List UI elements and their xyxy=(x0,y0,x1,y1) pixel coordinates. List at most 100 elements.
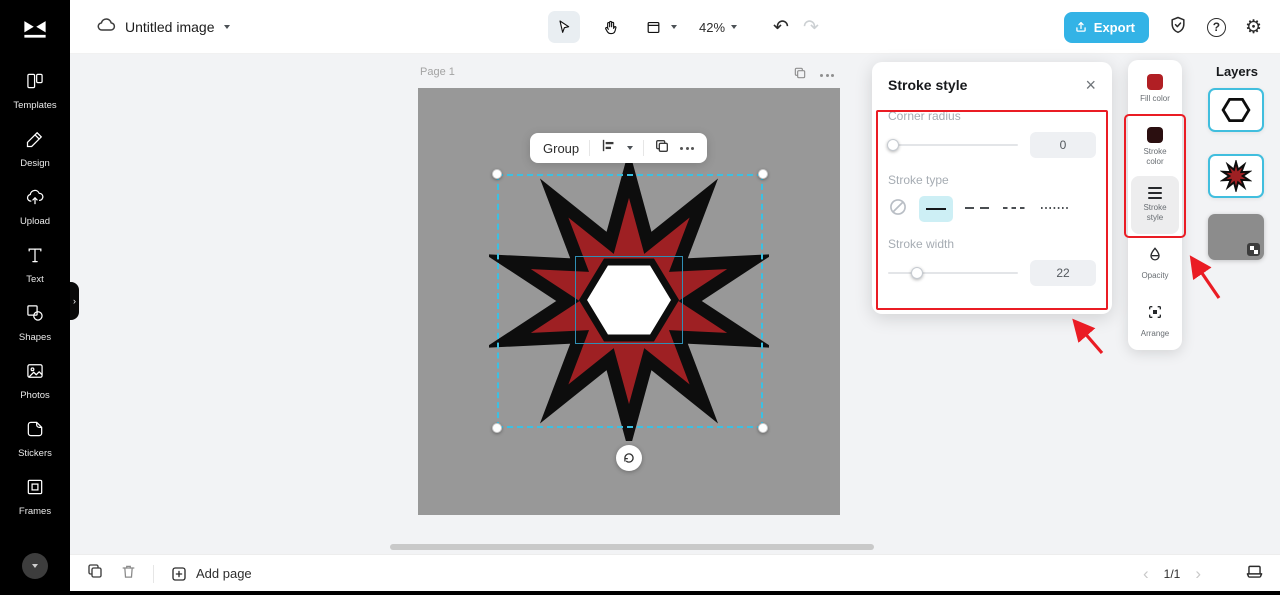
safety-shield-icon[interactable] xyxy=(1168,15,1188,40)
present-on-device-icon[interactable] xyxy=(1245,562,1264,586)
more-options-icon[interactable] xyxy=(680,146,695,150)
stroke-width-value[interactable]: 22 xyxy=(1030,260,1096,286)
sidebar-item-text[interactable]: Text xyxy=(0,236,70,294)
selection-handle-nw[interactable] xyxy=(492,169,502,179)
zoom-level: 42% xyxy=(699,19,726,35)
cloud-save-icon[interactable] xyxy=(96,15,116,40)
topbar: Untitled image 42% ↶ ↷ Export ? ⚙ xyxy=(70,0,1280,54)
rotate-handle[interactable] xyxy=(616,445,642,471)
stroke-width-slider[interactable] xyxy=(888,267,1018,279)
align-chevron-down-icon[interactable] xyxy=(627,146,634,150)
stroke-type-dotted-button[interactable] xyxy=(1040,200,1070,218)
horizontal-scrollbar[interactable] xyxy=(390,544,874,550)
artboard-tool-button[interactable] xyxy=(640,11,666,43)
page-label: Page 1 xyxy=(420,66,455,78)
stroke-type-label: Stroke type xyxy=(888,173,949,187)
stroke-type-dash-button[interactable] xyxy=(964,200,991,218)
prev-page-chevron-icon[interactable]: ‹ xyxy=(1143,565,1149,582)
hexagon-selection-frame xyxy=(575,256,683,344)
design-icon xyxy=(25,129,45,154)
shape-tools-panel: Fill color Stroke color Stroke style Opa… xyxy=(1128,60,1182,350)
corner-radius-value[interactable]: 0 xyxy=(1030,132,1096,158)
sidebar-item-stickers[interactable]: Stickers xyxy=(0,410,70,468)
stroke-color-button[interactable]: Stroke color xyxy=(1128,118,1182,176)
align-icon[interactable] xyxy=(600,137,617,159)
no-stroke-icon[interactable] xyxy=(888,197,908,222)
delete-page-icon[interactable] xyxy=(120,563,137,585)
app-logo-icon[interactable] xyxy=(20,13,50,48)
duplicate-icon[interactable] xyxy=(654,138,670,159)
layer-item-hexagon[interactable] xyxy=(1208,88,1264,132)
background-transparency-icon xyxy=(1247,243,1260,256)
page-duplicate-icon[interactable] xyxy=(793,66,807,85)
photos-icon xyxy=(25,361,45,386)
sidebar-item-design[interactable]: Design xyxy=(0,120,70,178)
opacity-button[interactable]: Opacity xyxy=(1128,234,1182,292)
panel-title: Stroke style xyxy=(888,77,968,93)
sidebar-collapse-handle[interactable]: › xyxy=(70,282,79,320)
add-page-button[interactable]: Add page xyxy=(170,565,252,583)
text-icon xyxy=(25,245,45,270)
bottombar-divider xyxy=(153,564,154,583)
arrange-button[interactable]: Arrange xyxy=(1128,292,1182,350)
stroke-width-label: Stroke width xyxy=(888,237,955,251)
toolbar-divider xyxy=(589,140,591,156)
bottom-edge xyxy=(0,591,1280,595)
sidebar-item-upload[interactable]: Upload xyxy=(0,178,70,236)
undo-button[interactable]: ↶ xyxy=(773,16,789,39)
duplicate-page-icon[interactable] xyxy=(86,562,104,585)
corner-radius-slider[interactable] xyxy=(887,139,1018,151)
bottombar: Add page ‹ 1/1 › xyxy=(70,554,1280,591)
templates-icon xyxy=(25,71,45,96)
export-button[interactable]: Export xyxy=(1063,11,1149,43)
zoom-control[interactable]: 42% xyxy=(699,19,738,35)
sidebar: Templates Design Upload Text Shapes Phot… xyxy=(0,0,70,595)
fill-color-button[interactable]: Fill color xyxy=(1128,60,1182,118)
frames-icon xyxy=(25,477,45,502)
selection-handle-sw[interactable] xyxy=(492,423,502,433)
stroke-type-solid-button[interactable] xyxy=(919,196,953,222)
redo-button[interactable]: ↷ xyxy=(803,16,819,39)
layers-title: Layers xyxy=(1216,64,1258,79)
stickers-icon xyxy=(25,419,45,444)
group-toolbar: Group xyxy=(530,133,708,163)
corner-radius-label: Corner radius xyxy=(888,109,961,123)
zoom-chevron-down-icon xyxy=(731,25,738,29)
stroke-style-panel: Stroke style × Corner radius 0 Stroke ty… xyxy=(872,62,1112,314)
stroke-style-icon xyxy=(1148,187,1162,199)
sidebar-item-shapes[interactable]: Shapes xyxy=(0,294,70,352)
sidebar-item-templates[interactable]: Templates xyxy=(0,62,70,120)
opacity-droplet-icon xyxy=(1147,246,1163,267)
sidebar-item-frames[interactable]: Frames xyxy=(0,468,70,526)
app-root: Page 1 Group Stroke style × Corner radiu… xyxy=(0,0,1280,595)
page-indicator: 1/1 xyxy=(1163,566,1181,581)
artboard-chevron-down-icon[interactable] xyxy=(671,25,677,29)
next-page-chevron-icon[interactable]: › xyxy=(1195,565,1201,582)
settings-gear-icon[interactable]: ⚙ xyxy=(1245,18,1262,37)
file-title[interactable]: Untitled image xyxy=(125,19,215,35)
add-page-label: Add page xyxy=(196,566,252,581)
arrange-icon xyxy=(1147,304,1163,325)
upload-icon xyxy=(25,187,45,212)
select-tool-button[interactable] xyxy=(548,11,580,43)
stroke-color-swatch xyxy=(1147,127,1163,143)
stroke-style-button[interactable]: Stroke style xyxy=(1131,176,1179,234)
page-more-icon[interactable] xyxy=(820,74,834,77)
close-icon[interactable]: × xyxy=(1085,76,1096,94)
export-label: Export xyxy=(1093,19,1135,35)
selection-handle-se[interactable] xyxy=(758,423,768,433)
stroke-type-dash-small-button[interactable] xyxy=(1002,200,1029,218)
file-title-chevron-down-icon[interactable] xyxy=(223,25,230,29)
fill-color-swatch xyxy=(1147,74,1163,90)
toolbar-divider xyxy=(643,140,645,156)
selection-handle-ne[interactable] xyxy=(758,169,768,179)
layers-panel: Layers xyxy=(1200,54,1280,554)
layer-item-background[interactable] xyxy=(1208,214,1264,260)
account-avatar[interactable] xyxy=(22,553,48,579)
sidebar-item-photos[interactable]: Photos xyxy=(0,352,70,410)
hand-tool-button[interactable] xyxy=(594,11,626,43)
group-button[interactable]: Group xyxy=(543,141,579,156)
help-icon[interactable]: ? xyxy=(1206,17,1226,37)
layer-item-star[interactable] xyxy=(1208,154,1264,198)
shapes-icon xyxy=(25,303,45,328)
